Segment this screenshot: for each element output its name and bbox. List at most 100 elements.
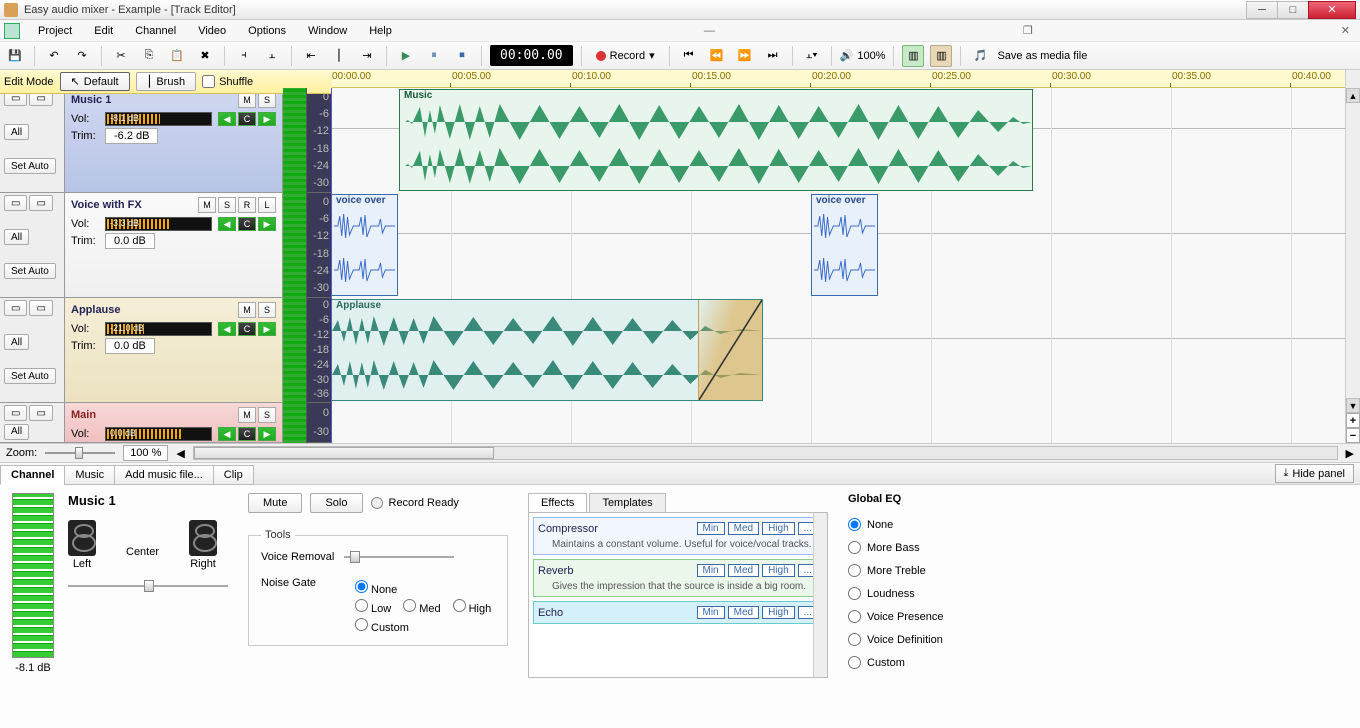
forward-icon[interactable]: ⏩ [734, 45, 756, 67]
solo-button[interactable]: Solo [310, 493, 362, 513]
track-header-voice[interactable]: Voice with FX MSRL Vol:-3.3 dB ◀C▶ Trim:… [65, 193, 282, 298]
tool1-icon[interactable]: ⫞ [233, 45, 255, 67]
mute-button[interactable]: Mute [248, 493, 302, 513]
record-button[interactable]: Record▾ [590, 47, 661, 64]
shuffle-checkbox[interactable]: Shuffle [202, 75, 253, 88]
zoom-in-v-icon[interactable]: + [1346, 413, 1360, 428]
ng-none[interactable]: None [355, 580, 397, 596]
default-mode-button[interactable]: ↖ Default [60, 72, 130, 91]
paste-icon[interactable]: 📋 [166, 45, 188, 67]
all-button[interactable]: All [4, 124, 29, 140]
track-header-main[interactable]: Main MS Vol:0.0 dB ◀C▶ [65, 403, 282, 443]
clip-voiceover-2[interactable]: voice over [811, 194, 878, 296]
mute-button[interactable]: M [238, 92, 256, 108]
brush-mode-button[interactable]: ⎮ Brush [136, 72, 196, 91]
effect-reverb[interactable]: Reverb MinMedHigh... Gives the impressio… [533, 559, 823, 597]
ng-high[interactable]: High [453, 599, 492, 615]
toolbar: 💾 ↶ ↷ ✂ ⎘ 📋 ✖ ⫞ ⫠ ⇤ ⎮ ⇥ ▶ ⏸ ⏹ 00:00.00 R… [0, 42, 1360, 70]
tab-add-music[interactable]: Add music file... [114, 465, 214, 485]
copy-icon[interactable]: ⎘ [138, 45, 160, 67]
solo-button[interactable]: S [258, 92, 276, 108]
templates-tab[interactable]: Templates [589, 493, 665, 512]
pause-icon[interactable]: ⏸ [423, 45, 445, 67]
menu-edit[interactable]: Edit [84, 23, 123, 39]
eq-custom[interactable]: Custom [848, 656, 1028, 669]
minimize-button[interactable]: ─ [1246, 1, 1278, 19]
trim-left-icon[interactable]: ⇤ [300, 45, 322, 67]
ng-med[interactable]: Med [403, 599, 440, 615]
view2-icon[interactable]: ▥ [930, 45, 952, 67]
mdi-minimize-icon[interactable]: — [698, 25, 721, 37]
fade-out-handle[interactable] [698, 300, 762, 400]
redo-icon[interactable]: ↷ [71, 45, 93, 67]
eq-more-bass[interactable]: More Bass [848, 541, 1028, 554]
skip-start-icon[interactable]: ⏮ [678, 45, 700, 67]
snap-icon[interactable]: ⫠▾ [801, 45, 823, 67]
track-header-applause[interactable]: Applause MS Vol:-21.0 dB ◀C▶ Trim:0.0 dB [65, 298, 282, 403]
speaker-icon[interactable]: 🔊 [840, 49, 854, 62]
saveas-label[interactable]: Save as media file [997, 50, 1087, 62]
horizontal-scrollbar[interactable] [193, 446, 1338, 460]
trim-right-icon[interactable]: ⇥ [356, 45, 378, 67]
timeline-ruler[interactable]: 00:00.0000:05.0000:10.0000:15.0000:20.00… [332, 70, 1345, 88]
effects-scrollbar[interactable] [813, 513, 827, 677]
menu-video[interactable]: Video [188, 23, 236, 39]
tab-channel[interactable]: Channel [0, 465, 65, 485]
menu-window[interactable]: Window [298, 23, 357, 39]
clip-voiceover-1[interactable]: voice over [331, 194, 398, 296]
eq-more-treble[interactable]: More Treble [848, 564, 1028, 577]
stop-icon[interactable]: ⏹ [451, 45, 473, 67]
close-button[interactable]: ✕ [1308, 1, 1356, 19]
ng-custom[interactable]: Custom [355, 618, 409, 634]
voice-removal-slider[interactable] [344, 549, 454, 565]
track-header-music1[interactable]: Music 1 MS Vol:-8.1 dB ◀C▶ Trim:-6.2 dB [65, 88, 282, 193]
menu-channel[interactable]: Channel [125, 23, 186, 39]
menu-project[interactable]: Project [28, 23, 82, 39]
setauto-button[interactable]: Set Auto [4, 158, 56, 174]
delete-icon[interactable]: ✖ [194, 45, 216, 67]
split-icon[interactable]: ⎮ [328, 45, 350, 67]
effect-echo[interactable]: Echo MinMedHigh... [533, 601, 823, 624]
eq-voice-presence[interactable]: Voice Presence [848, 610, 1028, 623]
pan-right-icon[interactable]: ▶ [258, 112, 276, 126]
mdi-restore-icon[interactable]: ❐ [1017, 24, 1039, 37]
pan-left-icon[interactable]: ◀ [218, 112, 236, 126]
timeline-area[interactable]: Music voice over voice over [331, 88, 1345, 443]
zoom-slider[interactable] [45, 446, 115, 460]
ng-low[interactable]: Low [355, 599, 391, 615]
cut-icon[interactable]: ✂ [110, 45, 132, 67]
maximize-button[interactable]: □ [1277, 1, 1309, 19]
hide-panel-button[interactable]: ⤓Hide panel [1275, 464, 1354, 483]
undo-icon[interactable]: ↶ [43, 45, 65, 67]
vertical-scrollbar[interactable]: ▲▼ + − [1345, 88, 1360, 443]
skip-end-icon[interactable]: ⏭ [762, 45, 784, 67]
pan-slider[interactable] [68, 578, 228, 594]
clip-applause[interactable]: Applause [331, 299, 763, 401]
tool2-icon[interactable]: ⫠ [261, 45, 283, 67]
hscroll-right-icon[interactable]: ▶ [1346, 447, 1354, 460]
save-icon[interactable]: 💾 [4, 45, 26, 67]
playhead[interactable] [331, 88, 332, 443]
view1-icon[interactable]: ▥ [902, 45, 924, 67]
eq-loudness[interactable]: Loudness [848, 587, 1028, 600]
eq-none[interactable]: None [848, 518, 1028, 531]
vol-meter[interactable]: -8.1 dB [105, 112, 212, 126]
tab-clip[interactable]: Clip [213, 465, 254, 485]
trim-value[interactable]: -6.2 dB [105, 128, 158, 144]
menu-help[interactable]: Help [359, 23, 402, 39]
tab-music[interactable]: Music [64, 465, 115, 485]
menu-options[interactable]: Options [238, 23, 296, 39]
hscroll-left-icon[interactable]: ◀ [176, 447, 184, 460]
record-ready[interactable]: Record Ready [371, 493, 459, 513]
media-icon[interactable]: 🎵 [969, 45, 991, 67]
play-icon[interactable]: ▶ [395, 45, 417, 67]
zoom-out-v-icon[interactable]: − [1346, 428, 1360, 443]
zoom-value[interactable]: 100 % [123, 445, 168, 461]
mdi-icon[interactable] [4, 23, 20, 39]
effects-tab[interactable]: Effects [528, 493, 587, 512]
mdi-close-icon[interactable]: ✕ [1335, 24, 1356, 37]
clip-music[interactable]: Music [399, 89, 1033, 191]
eq-voice-definition[interactable]: Voice Definition [848, 633, 1028, 646]
rewind-icon[interactable]: ⏪ [706, 45, 728, 67]
effect-compressor[interactable]: Compressor MinMedHigh... Maintains a con… [533, 517, 823, 555]
